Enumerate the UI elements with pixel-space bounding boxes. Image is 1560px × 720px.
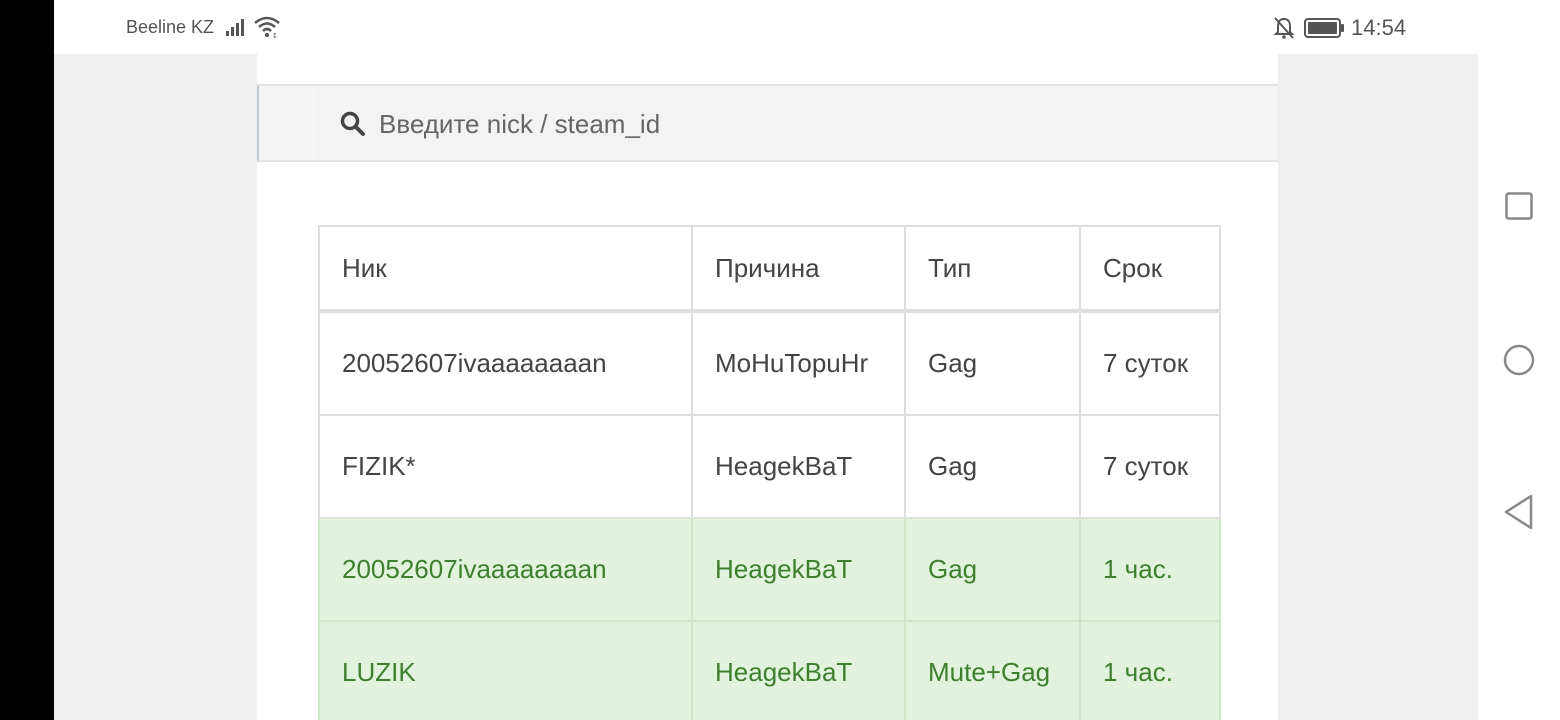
header-nick[interactable]: Ник (318, 225, 693, 313)
content-card: Ник Причина Тип Срок 20052607ivaaaaaaaan… (257, 54, 1278, 720)
header-type[interactable]: Тип (904, 225, 1081, 313)
cell-type: Gag (904, 517, 1081, 622)
wifi-icon: ↕ (254, 16, 280, 39)
cell-reason: HeagekBaT (691, 620, 906, 720)
table-row-highlighted[interactable]: 20052607ivaaaaaaaan HeagekBaT Gag 1 час. (318, 517, 1221, 622)
cell-reason: HeagekBaT (691, 414, 906, 519)
cell-term: 1 час. (1079, 620, 1221, 720)
cell-reason: HeagekBaT (691, 517, 906, 622)
table-row[interactable]: FIZIK* HeagekBaT Gag 7 суток (318, 414, 1221, 519)
svg-text:↕: ↕ (272, 32, 278, 39)
table-row-highlighted[interactable]: LUZIK HeagekBaT Mute+Gag 1 час. (318, 620, 1221, 720)
header-term[interactable]: Срок (1079, 225, 1221, 313)
cell-term: 7 суток (1079, 310, 1221, 416)
battery-icon (1304, 18, 1344, 38)
navigation-bar (1478, 0, 1560, 720)
carrier-name: Beeline KZ (126, 17, 215, 37)
punishments-table: Ник Причина Тип Срок 20052607ivaaaaaaaan… (318, 225, 1221, 720)
cell-nick: FIZIK* (318, 414, 693, 519)
signal-icon (226, 19, 244, 36)
cell-nick: 20052607ivaaaaaaaan (318, 310, 693, 416)
left-black-bar (0, 0, 54, 720)
status-bar: Beeline KZ ↕ 14:54 (54, 0, 1478, 54)
recent-apps-icon[interactable] (1505, 192, 1533, 220)
table-row[interactable]: 20052607ivaaaaaaaan MoHuTopuHr Gag 7 сут… (318, 310, 1221, 416)
cell-type: Mute+Gag (904, 620, 1081, 720)
punishments-table-container: Ник Причина Тип Срок 20052607ivaaaaaaaan… (318, 225, 1221, 720)
cell-nick: LUZIK (318, 620, 693, 720)
back-icon[interactable] (1503, 494, 1535, 530)
screen: Beeline KZ ↕ 14:54 Введите nick / steam_… (54, 0, 1478, 720)
mute-icon (1273, 17, 1295, 39)
home-icon[interactable] (1503, 344, 1535, 376)
clock: 14:54 (1351, 15, 1407, 40)
cell-type: Gag (904, 414, 1081, 519)
search-icon[interactable] (339, 110, 367, 138)
header-reason[interactable]: Причина (691, 225, 906, 313)
search-bar (257, 86, 1278, 162)
table-header-row: Ник Причина Тип Срок (318, 225, 1221, 313)
cell-term: 7 суток (1079, 414, 1221, 519)
cell-nick: 20052607ivaaaaaaaan (318, 517, 693, 622)
cell-type: Gag (904, 310, 1081, 416)
cell-term: 1 час. (1079, 517, 1221, 622)
cell-reason: MoHuTopuHr (691, 310, 906, 416)
card-header-strip (257, 54, 1278, 86)
search-input[interactable] (377, 100, 1201, 148)
